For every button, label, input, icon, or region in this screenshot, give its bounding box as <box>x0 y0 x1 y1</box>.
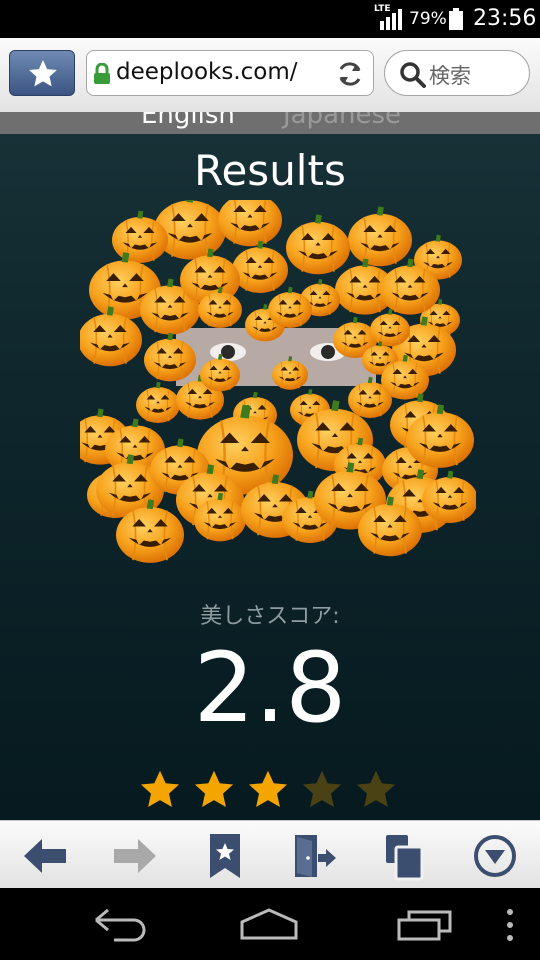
right-pupil <box>321 345 335 359</box>
pumpkin-icon <box>232 241 288 293</box>
language-english-link[interactable]: English <box>141 112 235 130</box>
clock: 23:56 <box>473 6 537 31</box>
star-rating <box>138 768 408 812</box>
system-nav-bar <box>0 888 540 960</box>
browser-bottom-toolbar <box>0 820 540 889</box>
star-filled-icon <box>194 770 234 808</box>
nav-overflow-icon[interactable] <box>504 908 516 942</box>
nav-home-icon[interactable] <box>238 908 300 942</box>
results-title: Results <box>194 146 346 195</box>
beauty-score-label: 美しさスコア: <box>200 604 340 629</box>
star-empty-icon <box>302 770 342 808</box>
result-photo <box>80 200 476 580</box>
reload-icon[interactable] <box>335 59 365 89</box>
signal-icon <box>380 9 402 30</box>
tabs-icon[interactable] <box>380 831 430 881</box>
url-text: deeplooks.com/ <box>116 59 298 85</box>
pumpkin-icon <box>218 200 282 246</box>
battery-icon <box>449 8 463 30</box>
nav-back-icon[interactable] <box>92 908 150 942</box>
language-japanese-link[interactable]: Japanese <box>283 112 401 130</box>
bookmark-star-icon <box>29 60 57 87</box>
status-bar: LTE 79% 23:56 <box>0 0 540 38</box>
search-placeholder: 検索 <box>429 64 471 88</box>
search-icon <box>400 62 426 88</box>
pumpkin-icon <box>136 382 180 423</box>
battery-percent: 79% <box>409 9 447 29</box>
beauty-score-value: 2.8 <box>193 632 347 744</box>
pumpkin-icon <box>370 309 410 346</box>
search-field[interactable]: 検索 <box>384 50 530 96</box>
pumpkin-overlay <box>80 200 476 563</box>
exit-icon[interactable] <box>290 831 340 881</box>
menu-down-icon[interactable] <box>470 831 520 881</box>
back-arrow-icon[interactable] <box>20 831 70 881</box>
forward-arrow-icon[interactable] <box>110 831 160 881</box>
star-filled-icon <box>248 770 288 808</box>
language-bar: English Japanese <box>0 112 540 134</box>
star-empty-icon <box>356 770 396 808</box>
pumpkin-icon <box>286 214 350 274</box>
bookmarks-icon[interactable] <box>200 831 250 881</box>
lock-icon <box>94 63 110 84</box>
browser-toolbar: deeplooks.com/ 検索 <box>0 38 540 113</box>
pumpkin-icon <box>348 206 412 266</box>
bookmark-button[interactable] <box>9 50 75 96</box>
page-content: English Japanese Results 美しさスコア: 2.8 <box>0 112 540 820</box>
left-pupil <box>221 345 235 359</box>
url-bar[interactable]: deeplooks.com/ <box>86 50 374 96</box>
nav-recents-icon[interactable] <box>396 908 454 942</box>
star-filled-icon <box>140 770 180 808</box>
